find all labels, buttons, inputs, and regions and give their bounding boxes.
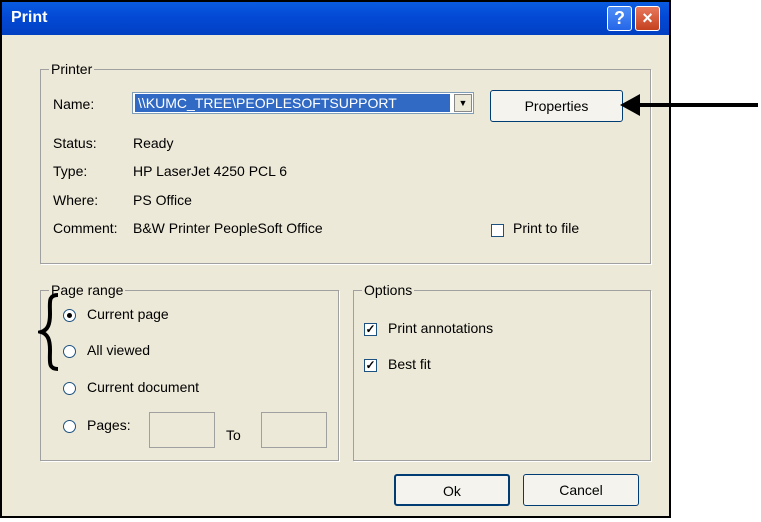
comment-value: B&W Printer PeopleSoft Office <box>133 220 323 236</box>
printer-legend: Printer <box>49 61 95 77</box>
print-to-file-label[interactable]: Print to file <box>513 220 579 236</box>
where-value: PS Office <box>133 192 192 208</box>
printer-name-select[interactable]: \\KUMC_TREE\PEOPLESOFTSUPPORT ▼ <box>132 92 474 114</box>
radio-current-page[interactable] <box>63 309 76 322</box>
pages-to-input[interactable] <box>261 412 327 448</box>
print-annotations-checkbox[interactable]: ✓ <box>364 323 377 336</box>
print-annotations-label[interactable]: Print annotations <box>388 320 493 336</box>
current-page-label[interactable]: Current page <box>87 306 169 322</box>
radio-all-viewed[interactable] <box>63 345 76 358</box>
current-document-label[interactable]: Current document <box>87 379 199 395</box>
pages-from-input[interactable] <box>149 412 215 448</box>
best-fit-label[interactable]: Best fit <box>388 356 431 372</box>
printer-name-value: \\KUMC_TREE\PEOPLESOFTSUPPORT <box>135 94 450 112</box>
radio-current-document[interactable] <box>63 382 76 395</box>
comment-label: Comment: <box>53 220 118 236</box>
ok-label: Ok <box>443 483 461 499</box>
status-label: Status: <box>53 135 97 151</box>
status-value: Ready <box>133 135 174 151</box>
help-icon: ? <box>614 8 625 28</box>
best-fit-checkbox[interactable]: ✓ <box>364 359 377 372</box>
type-value: HP LaserJet 4250 PCL 6 <box>133 163 288 179</box>
print-dialog: Print ? × Printer Name: \\KUMC_TREE\PEOP… <box>0 0 671 518</box>
radio-pages[interactable] <box>63 420 76 433</box>
to-label: To <box>226 427 241 443</box>
callout-arrow-icon <box>620 94 758 116</box>
name-label: Name: <box>53 96 95 112</box>
properties-label: Properties <box>524 98 589 114</box>
cancel-label: Cancel <box>559 482 603 498</box>
dialog-title: Print <box>11 9 48 26</box>
chevron-down-icon[interactable]: ▼ <box>454 94 472 112</box>
properties-button[interactable]: Properties <box>490 90 623 122</box>
all-viewed-label[interactable]: All viewed <box>87 342 150 358</box>
print-to-file-checkbox[interactable] <box>491 224 504 237</box>
close-button[interactable]: × <box>635 6 660 31</box>
type-label: Type: <box>53 163 88 179</box>
ok-button[interactable]: Ok <box>394 474 510 506</box>
title-bar[interactable]: Print ? × <box>2 2 669 35</box>
cancel-button[interactable]: Cancel <box>523 474 639 506</box>
help-button[interactable]: ? <box>607 6 632 31</box>
curly-brace-icon <box>38 293 59 371</box>
options-legend: Options <box>362 282 415 298</box>
pages-label[interactable]: Pages: <box>87 417 131 433</box>
close-icon: × <box>642 8 653 28</box>
options-group: Options <box>353 282 651 461</box>
where-label: Where: <box>53 192 99 208</box>
